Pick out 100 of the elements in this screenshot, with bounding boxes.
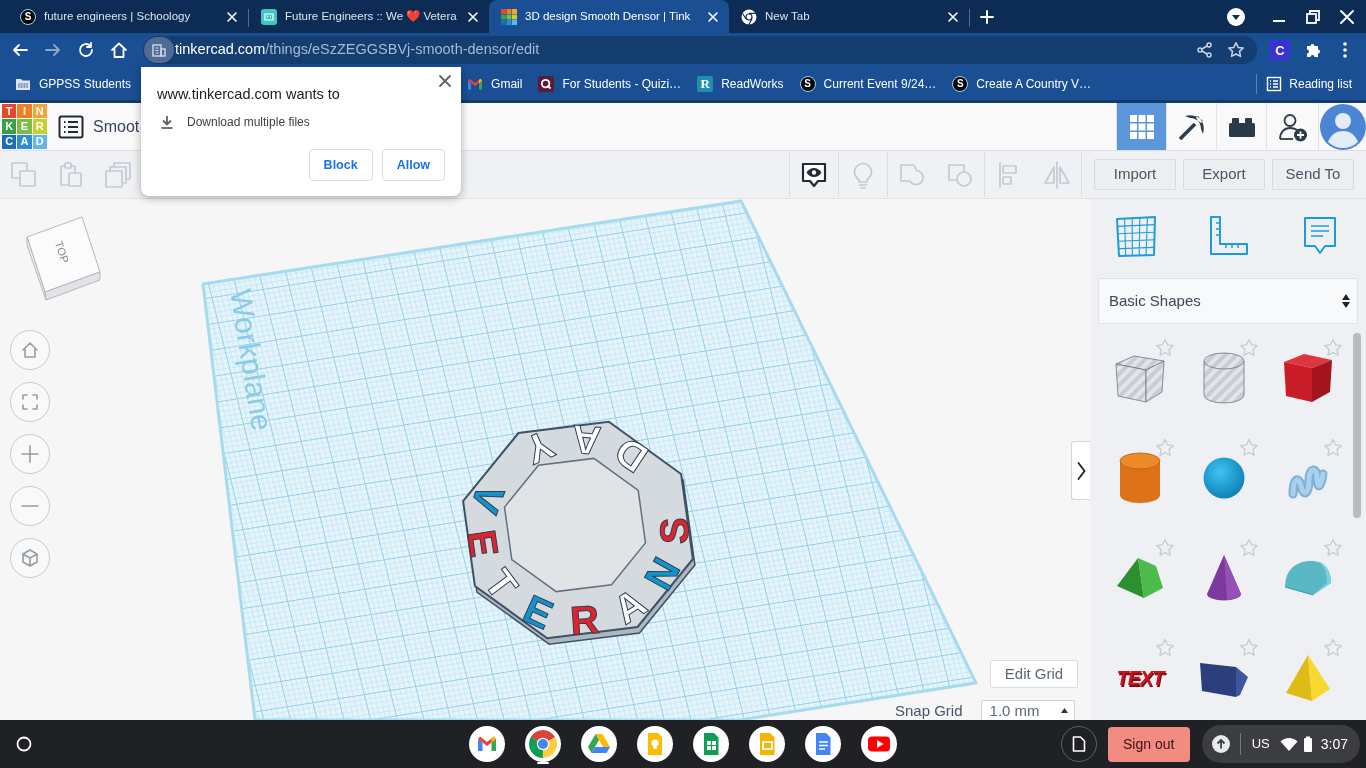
back-arrow-icon[interactable] xyxy=(11,41,29,59)
model-letter: R xyxy=(568,596,601,643)
logo-tile: K xyxy=(2,119,17,134)
restore-icon[interactable] xyxy=(1304,7,1322,26)
document-icon[interactable] xyxy=(805,726,841,762)
browser-tab[interactable]: S future engineers | Schoology xyxy=(8,0,248,33)
view-control-button[interactable] xyxy=(10,330,50,370)
face-tile-icon xyxy=(261,8,277,25)
forward-arrow-icon[interactable] xyxy=(44,41,62,59)
drive-icon[interactable] xyxy=(581,726,617,762)
favorite-star-icon[interactable] xyxy=(1155,338,1175,358)
menu-list-icon[interactable] xyxy=(58,114,84,139)
slides-icon[interactable] xyxy=(749,726,785,762)
share-icon[interactable] xyxy=(1196,41,1214,59)
bookmark[interactable]: S Current Event 9/24… xyxy=(791,69,945,98)
reload-icon[interactable] xyxy=(77,41,95,59)
snap-grid-dropdown[interactable]: 1.0 mm xyxy=(980,700,1075,720)
tab-search-icon[interactable] xyxy=(1226,6,1246,27)
favorite-star-icon[interactable] xyxy=(1155,538,1175,558)
more-menu-icon[interactable] xyxy=(1342,41,1348,59)
chrome-icon[interactable] xyxy=(525,726,561,762)
workplane-label: Workplane xyxy=(224,286,279,434)
permission-request: Download multiple files xyxy=(187,114,310,131)
sign-out-button[interactable]: Sign out xyxy=(1107,726,1190,762)
view-control-button[interactable] xyxy=(10,538,50,578)
browser-tab[interactable]: 3D design Smooth Densor | Tink xyxy=(489,0,729,33)
site-logo: S xyxy=(20,8,36,25)
chrome-icon xyxy=(741,8,757,25)
octagon-dish-model[interactable] xyxy=(462,420,696,645)
favorite-star-icon[interactable] xyxy=(1239,338,1259,358)
lightbulb-note-icon[interactable] xyxy=(637,726,673,762)
stacked-squares-icon xyxy=(103,160,132,189)
bookmark[interactable]: Gmail xyxy=(459,69,531,98)
favorite-star-icon[interactable] xyxy=(1239,538,1259,558)
file-icon xyxy=(1071,736,1086,752)
browser-tab[interactable]: New Tab xyxy=(729,0,969,33)
fit-view-icon xyxy=(20,392,40,412)
keyboard-layout: US xyxy=(1251,735,1270,754)
scrollbar[interactable] xyxy=(1353,333,1361,518)
user-avatar-icon[interactable] xyxy=(1319,103,1366,150)
design-title[interactable]: Smoot xyxy=(93,114,140,139)
model-letter: T xyxy=(476,561,527,608)
battery-icon xyxy=(1302,736,1313,752)
toolbar-text-button[interactable]: Send To xyxy=(1272,159,1354,190)
popup-button[interactable]: Block xyxy=(308,149,373,181)
home-icon[interactable] xyxy=(110,41,128,59)
gmail-icon[interactable] xyxy=(469,726,505,762)
puzzle-icon[interactable] xyxy=(1304,41,1322,59)
favorite-star-icon[interactable] xyxy=(1323,638,1343,658)
toolbar-text-button[interactable]: Export xyxy=(1183,159,1265,190)
model-letter: E xyxy=(459,526,507,560)
favorite-star-icon[interactable] xyxy=(1239,638,1259,658)
grid-plane-icon[interactable] xyxy=(1114,214,1158,258)
view-control-button[interactable] xyxy=(10,434,50,474)
bookmark[interactable]: GPPSS Students xyxy=(7,69,140,98)
close-icon[interactable] xyxy=(439,75,451,87)
favorite-star-icon[interactable] xyxy=(1155,638,1175,658)
mirror-icon xyxy=(1043,160,1071,189)
view-control-button[interactable] xyxy=(10,382,50,422)
panel-toggle-button[interactable] xyxy=(1071,441,1090,500)
favorite-star-icon[interactable] xyxy=(1239,438,1259,458)
reading-list-button[interactable]: Reading list xyxy=(1266,74,1366,93)
color-tiles-icon xyxy=(501,8,517,25)
favorite-star-icon[interactable] xyxy=(1323,338,1343,358)
favorite-star-icon[interactable] xyxy=(1323,438,1343,458)
home-icon xyxy=(20,340,40,360)
favorite-star-icon[interactable] xyxy=(1155,438,1175,458)
bookmark[interactable]: S Create A Country V… xyxy=(944,69,1100,98)
spreadsheet-icon[interactable] xyxy=(693,726,729,762)
plus-icon xyxy=(980,10,994,24)
cube-icon xyxy=(20,548,40,568)
toolbar-text-button[interactable]: Import xyxy=(1094,159,1176,190)
logo-tile: C xyxy=(2,134,17,149)
address-bar[interactable]: tinkercad.com/things/eSzZEGGSBVj-smooth-densor/edit xyxy=(143,36,1257,64)
category-dropdown[interactable]: Basic Shapes xyxy=(1098,278,1358,324)
star-icon[interactable] xyxy=(1227,41,1245,59)
clock-time: 3:07 xyxy=(1320,734,1348,754)
snap-grid-label: Snap Grid xyxy=(895,700,963,720)
close-icon[interactable] xyxy=(1338,7,1356,26)
cone-icon[interactable] xyxy=(1204,554,1244,602)
bookmark[interactable]: R ReadWorks xyxy=(689,69,792,98)
site-logo: S xyxy=(799,75,816,92)
add-user-icon[interactable] xyxy=(1277,111,1308,142)
browser-tab[interactable]: Future Engineers :: We ❤ Vetera xyxy=(249,0,489,33)
popup-button[interactable]: Allow xyxy=(381,149,445,181)
zoom-in-icon xyxy=(21,445,39,463)
site-logo: S xyxy=(952,75,969,92)
favorite-star-icon[interactable] xyxy=(1323,538,1343,558)
model-letter: Y xyxy=(518,422,561,473)
status-tray[interactable]: US 3:07 xyxy=(1201,725,1360,763)
bookmark[interactable]: For Students - Quizi… xyxy=(530,69,690,98)
logo-tile: A xyxy=(17,134,32,149)
extension-badge[interactable]: C xyxy=(1270,40,1290,60)
site-logo: R xyxy=(697,75,714,92)
edit-grid-button[interactable]: Edit Grid xyxy=(990,660,1078,688)
play-button-icon[interactable] xyxy=(861,726,897,762)
text-shape-preview[interactable]: TEXT xyxy=(1116,668,1164,688)
sphere-icon[interactable] xyxy=(1203,457,1245,499)
site-info-button[interactable] xyxy=(144,37,174,63)
roof-prism-icon[interactable] xyxy=(1116,556,1164,600)
